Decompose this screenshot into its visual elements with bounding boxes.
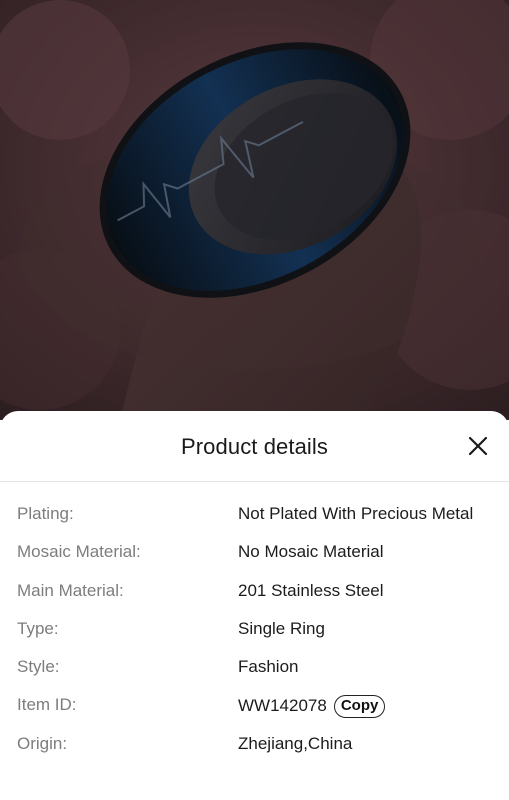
detail-label: Style: xyxy=(17,657,60,677)
detail-row-style: Style: Fashion xyxy=(0,653,509,691)
detail-row-main-material: Main Material: 201 Stainless Steel xyxy=(0,577,509,615)
detail-row-mosaic-material: Mosaic Material: No Mosaic Material xyxy=(0,538,509,576)
detail-row-origin: Origin: Zhejiang,China xyxy=(0,730,509,768)
detail-label: Type: xyxy=(17,618,59,638)
detail-value: Single Ring xyxy=(238,618,325,638)
detail-label: Mosaic Material: xyxy=(17,542,141,562)
close-button[interactable] xyxy=(467,435,489,457)
copy-button[interactable]: Copy xyxy=(333,695,386,719)
detail-row-plating: Plating: Not Plated With Precious Metal xyxy=(0,500,509,538)
detail-value: Not Plated With Precious Metal xyxy=(238,504,474,523)
close-x-icon xyxy=(468,436,488,456)
detail-value: Zhejiang,China xyxy=(238,733,353,753)
item-id-text: WW142078 xyxy=(238,696,327,716)
detail-row-type: Type: Single Ring xyxy=(0,615,509,653)
detail-value-item-id: WW142078 Copy xyxy=(238,695,386,719)
detail-value: Fashion xyxy=(238,657,299,677)
product-details-sheet: Product details Plating: Not Plated With… xyxy=(0,411,509,800)
detail-label: Origin: xyxy=(17,733,68,753)
detail-value: No Mosaic Material xyxy=(238,542,384,562)
sheet-header: Product details xyxy=(0,411,509,482)
product-photo xyxy=(0,0,509,420)
detail-label: Plating: xyxy=(17,504,74,523)
detail-label: Item ID: xyxy=(17,695,77,715)
sheet-title: Product details xyxy=(180,434,329,459)
details-list: Plating: Not Plated With Precious Metal … xyxy=(0,500,509,768)
detail-label: Main Material: xyxy=(17,580,124,600)
detail-value: 201 Stainless Steel xyxy=(238,580,384,600)
detail-row-item-id: Item ID: WW142078 Copy xyxy=(0,691,509,729)
